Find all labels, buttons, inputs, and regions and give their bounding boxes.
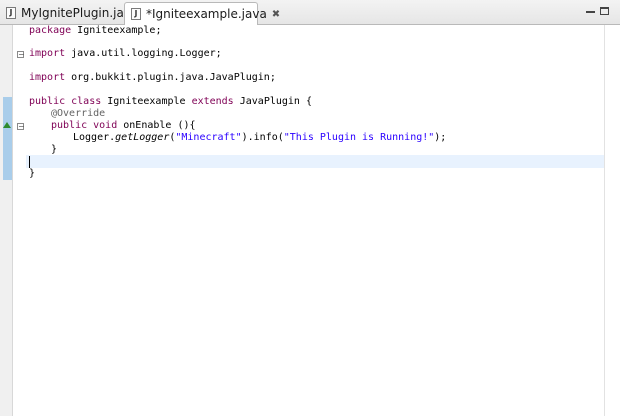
quick-diff-marker [3,97,12,180]
annotation-ruler [0,25,13,416]
editor-tab-bar: J MyIgnitePlugin.java J *Igniteexample.j… [0,0,620,25]
code-line-class-close: } [29,168,36,179]
code-line-onenable: public void onEnable (){ [51,120,196,131]
tab-myigniteplugin[interactable]: J MyIgnitePlugin.java [0,2,138,24]
minimize-icon[interactable] [586,8,595,13]
override-indicator-icon[interactable] [3,122,11,128]
code-line-import-javaplugin: import org.bukkit.plugin.java.JavaPlugin… [29,72,276,83]
fold-collapse-icon[interactable]: − [17,51,25,59]
maximize-icon[interactable] [600,7,609,15]
tab-label: *Igniteexample.java [146,7,267,21]
close-icon[interactable]: ✖ [272,9,280,20]
java-file-icon: J [131,8,141,20]
folding-column [13,25,25,416]
code-line-class-declaration: public class Igniteexample extends JavaP… [29,96,312,107]
java-file-icon: J [6,7,16,19]
code-line-logger-call: Logger.getLogger("Minecraft").info("This… [73,132,447,143]
code-line-method-close: } [51,144,58,155]
fold-collapse-icon[interactable]: − [17,123,25,131]
current-line-highlight [26,155,604,168]
code-line-override: @Override [51,108,106,119]
overview-ruler-border [604,25,605,416]
code-editor[interactable]: − − package Igniteexample; import java.u… [0,25,620,416]
code-line-import-logger: import java.util.logging.Logger; [29,48,222,59]
code-line-package: package Igniteexample; [29,25,162,36]
text-caret [29,156,30,168]
tab-igniteexample[interactable]: J *Igniteexample.java ✖ [124,2,280,25]
tab-label: MyIgnitePlugin.java [21,6,139,20]
